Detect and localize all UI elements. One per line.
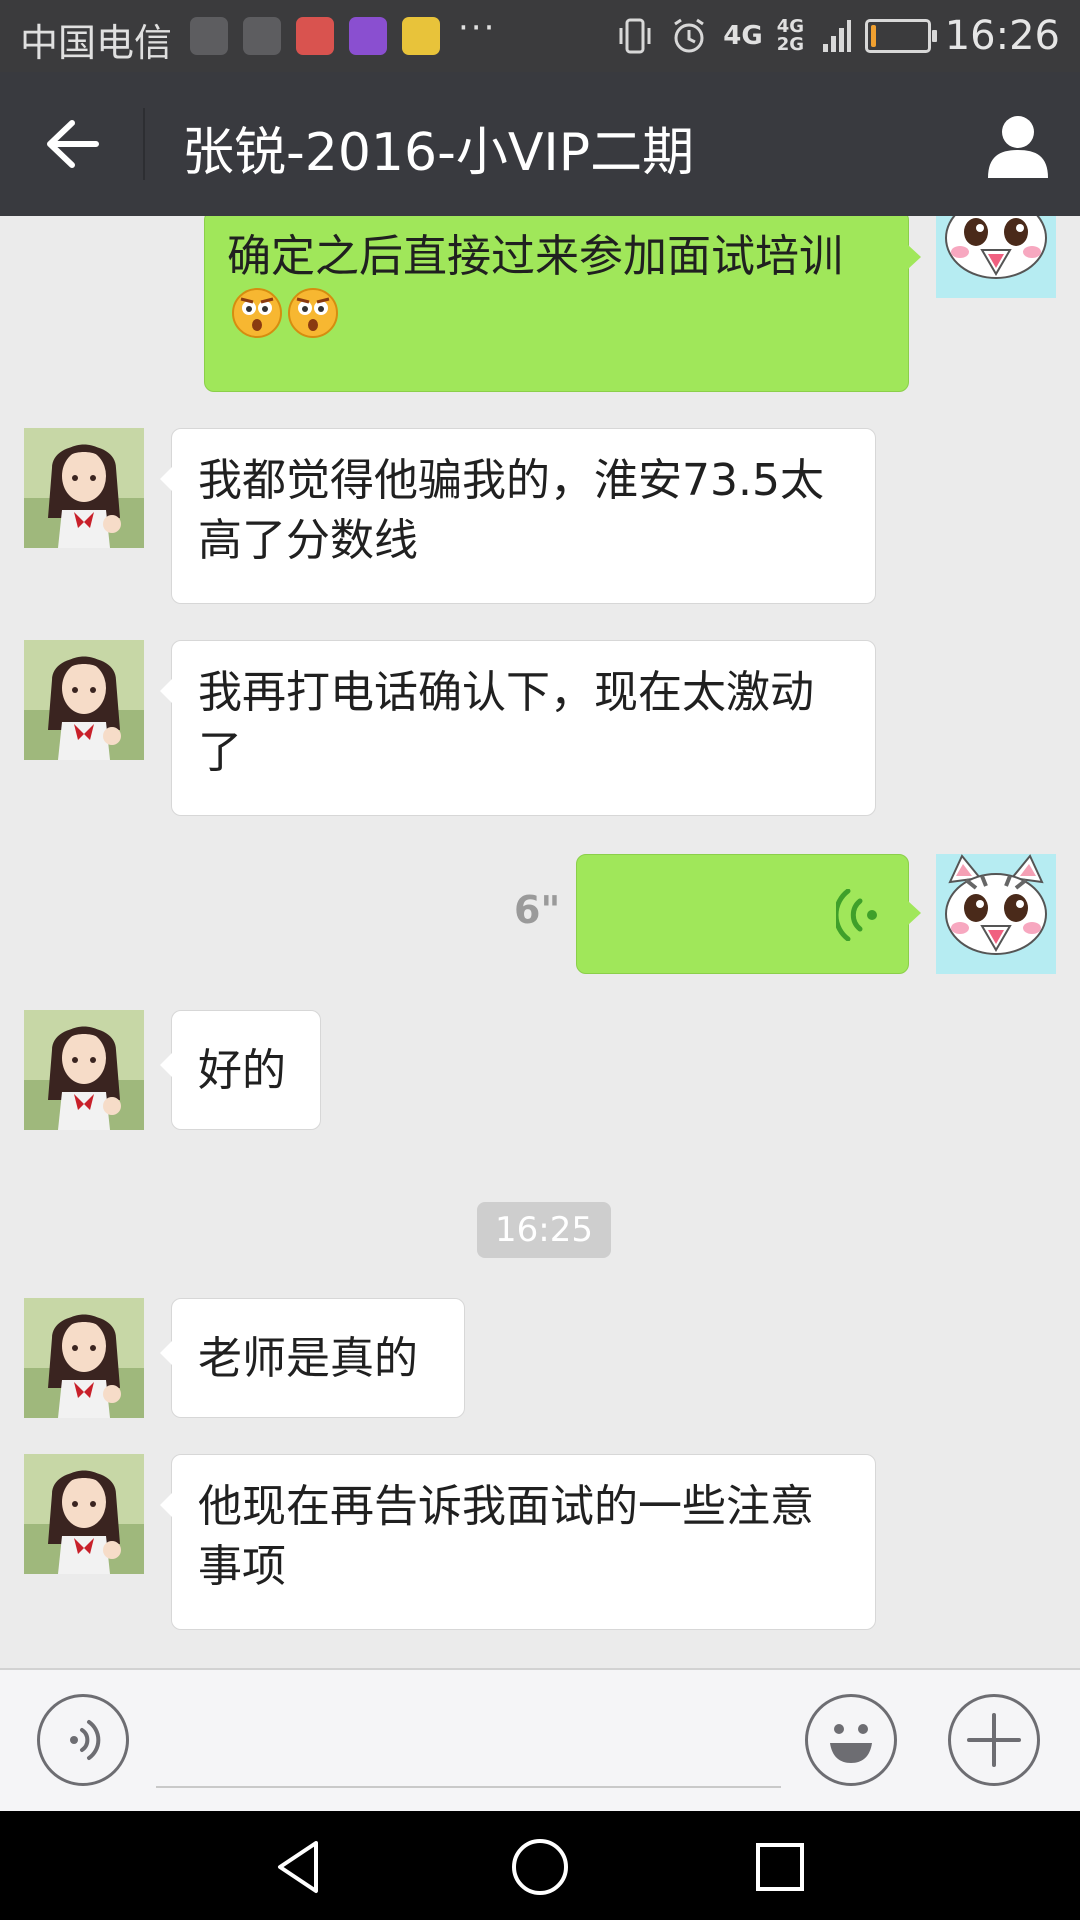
more-options-button[interactable] — [948, 1694, 1040, 1786]
bubble-tail — [908, 901, 921, 925]
message-text: 他现在再告诉我面试的一些注意事项 — [198, 1481, 814, 1592]
my-avatar[interactable] — [936, 216, 1056, 298]
minion-app-icon — [402, 17, 440, 55]
contact-avatar[interactable] — [24, 1454, 144, 1574]
arrow-left-icon — [47, 120, 99, 168]
received-text-bubble[interactable]: 老师是真的 — [160, 1298, 465, 1418]
more-notifications-icon: ··· — [458, 8, 497, 48]
message-text: 好的 — [198, 1045, 286, 1096]
timestamp-chip: 16:25 — [477, 1202, 611, 1258]
voice-message-bubble[interactable] — [576, 854, 921, 974]
signal-icon — [822, 20, 851, 52]
vibrate-icon — [619, 18, 651, 54]
recents-square-icon — [756, 1843, 804, 1891]
app-notification-icon — [243, 17, 281, 55]
app-notification-icon — [190, 17, 228, 55]
message-list[interactable]: 确定之后直接过来参加面试培训 我都觉得他骗我的，淮安73.5太高了分数线 我再打… — [0, 216, 1080, 1668]
status-time: 16:26 — [944, 13, 1060, 59]
received-text-bubble[interactable]: 他现在再告诉我面试的一些注意事项 — [160, 1454, 876, 1630]
nav-home-button[interactable] — [508, 1835, 572, 1899]
nav-recents-button[interactable] — [748, 1835, 812, 1899]
contact-avatar[interactable] — [24, 428, 144, 548]
contact-avatar[interactable] — [24, 640, 144, 760]
voice-duration: 6" — [514, 888, 561, 932]
bubble-tail — [160, 1341, 172, 1365]
message-text: 我都觉得他骗我的，淮安73.5太高了分数线 — [198, 455, 824, 566]
emoji-button[interactable] — [805, 1694, 897, 1786]
system-nav-bar — [0, 1811, 1080, 1920]
anime-girl-avatar-icon — [24, 1010, 144, 1130]
voice-input-button[interactable] — [37, 1694, 129, 1786]
my-avatar[interactable] — [936, 854, 1056, 974]
message-input[interactable] — [156, 1786, 781, 1788]
person-icon — [988, 116, 1048, 178]
network-type-label: 4G — [723, 21, 763, 51]
bubble-tail — [908, 245, 921, 269]
back-button[interactable] — [30, 107, 116, 181]
voice-wave-icon — [836, 889, 877, 941]
network-secondary-label: 4G 2G — [776, 16, 805, 55]
bubble-tail — [160, 1053, 172, 1077]
anime-girl-avatar-icon — [24, 640, 144, 760]
header-divider — [143, 108, 145, 180]
received-text-bubble[interactable]: 我都觉得他骗我的，淮安73.5太高了分数线 — [160, 428, 876, 604]
chat-header: 张锐-2016-小VIP二期 — [0, 72, 1080, 216]
anime-girl-avatar-icon — [24, 428, 144, 548]
bubble-tail — [160, 679, 172, 703]
anime-girl-avatar-icon — [24, 1298, 144, 1418]
bubble-tail — [160, 1493, 172, 1517]
input-bar — [0, 1668, 1080, 1811]
received-text-bubble[interactable]: 好的 — [160, 1010, 321, 1130]
message-text: 我再打电话确认下，现在太激动了 — [198, 667, 814, 778]
nav-back-button[interactable] — [268, 1835, 332, 1899]
emoji-icon — [830, 1724, 872, 1763]
cat-avatar-icon — [936, 854, 1056, 974]
home-circle-icon — [512, 1839, 568, 1895]
surprised-face-icon — [232, 288, 282, 338]
alarm-icon — [674, 18, 705, 53]
carrier-label: 中国电信 — [20, 21, 173, 65]
alert-app-icon — [296, 17, 334, 55]
bubble-tail — [160, 467, 172, 491]
chat-title: 张锐-2016-小VIP二期 — [182, 123, 695, 183]
surprised-face-icon — [288, 288, 338, 338]
message-text: 确定之后直接过来参加面试培训 — [227, 231, 843, 282]
received-text-bubble[interactable]: 我再打电话确认下，现在太激动了 — [160, 640, 876, 816]
sent-text-bubble[interactable]: 确定之后直接过来参加面试培训 — [204, 216, 921, 392]
voice-input-icon — [70, 1720, 101, 1760]
contact-avatar[interactable] — [24, 1010, 144, 1130]
chat-info-button[interactable] — [976, 108, 1060, 182]
battery-icon — [864, 19, 937, 53]
contact-avatar[interactable] — [24, 1298, 144, 1418]
message-text: 老师是真的 — [198, 1333, 418, 1384]
status-bar: 中国电信 ··· 4G 4G 2G 16:26 — [0, 0, 1080, 72]
plus-icon — [967, 1713, 1021, 1767]
anime-girl-avatar-icon — [24, 1454, 144, 1574]
gallery-app-icon — [349, 17, 387, 55]
back-triangle-icon — [278, 1841, 318, 1893]
cat-avatar-icon — [936, 216, 1056, 298]
